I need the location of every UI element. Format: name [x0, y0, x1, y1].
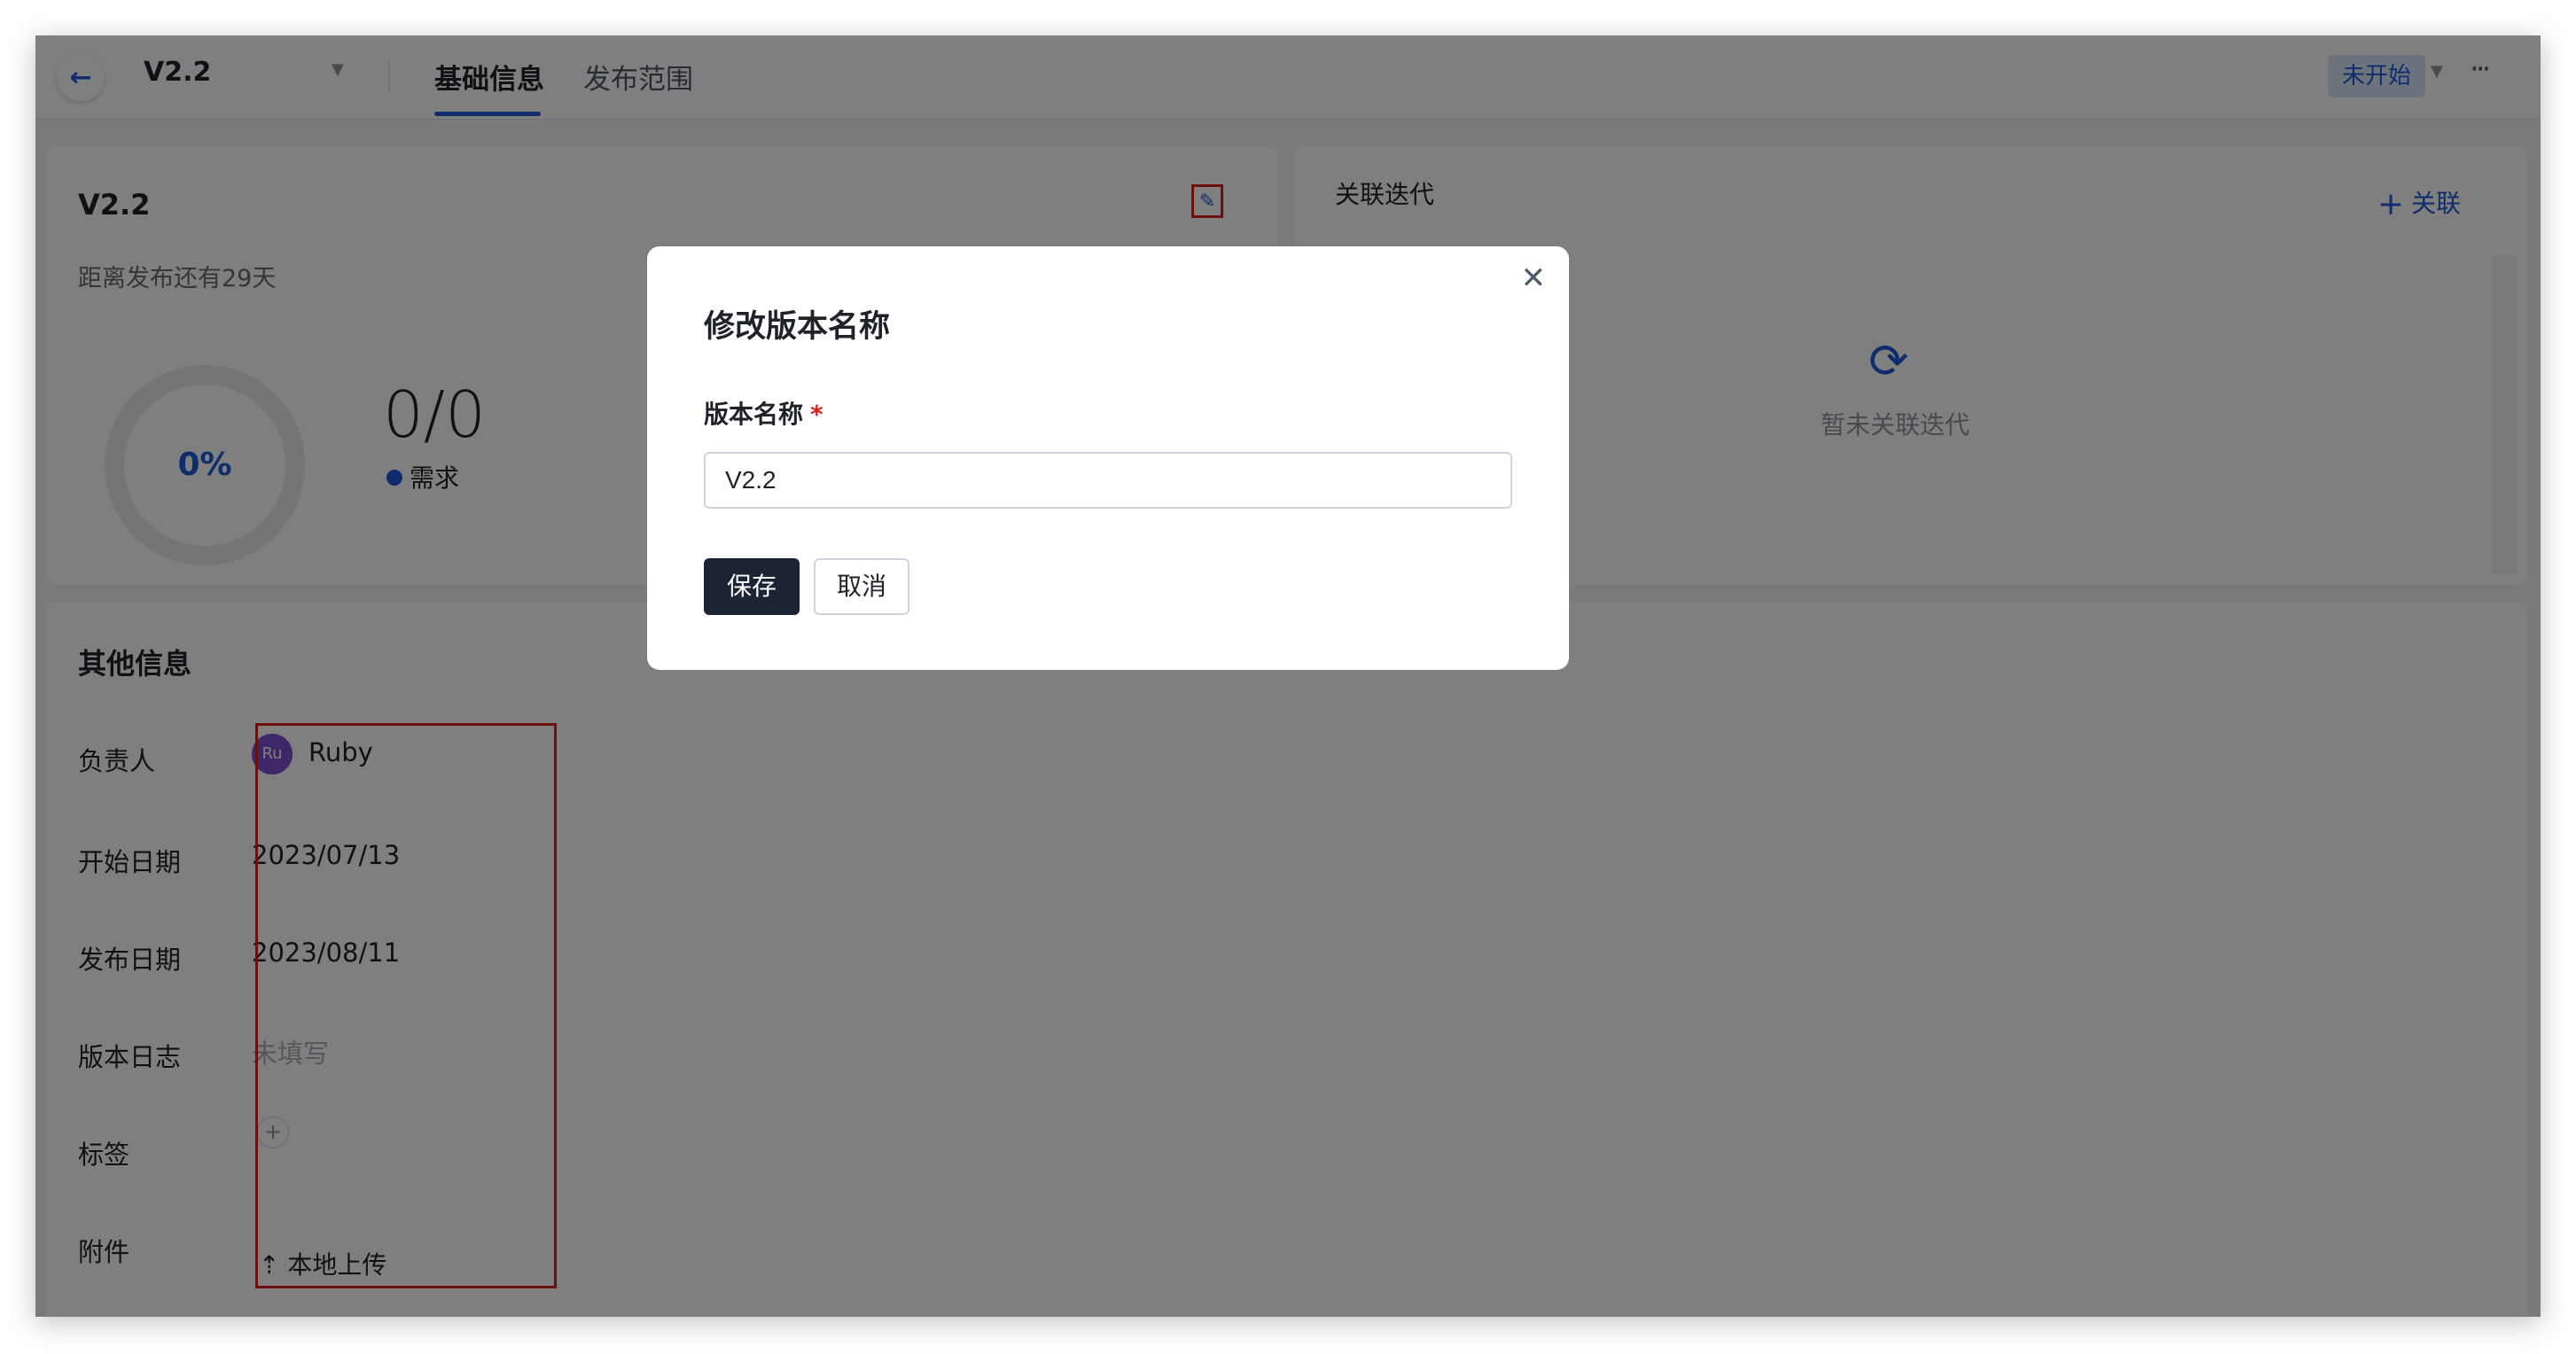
close-icon[interactable]: ✕: [1521, 261, 1547, 296]
required-mark: *: [810, 400, 824, 429]
app-window: ← V2.2 ▼ 基础信息 发布范围 未开始 ▼ ··· V2.2 ✎ 距离发布…: [35, 35, 2541, 1317]
dialog-title: 修改版本名称: [704, 309, 891, 345]
rename-version-dialog: ✕ 修改版本名称 版本名称* 保存 取消: [647, 246, 1569, 670]
version-name-label: 版本名称 *: [704, 395, 824, 431]
version-name-input[interactable]: [704, 452, 1512, 509]
version-name-label-text: 版本名称: [704, 400, 804, 429]
modal-overlay[interactable]: [35, 35, 2541, 1317]
save-button[interactable]: 保存: [704, 558, 800, 615]
cancel-button[interactable]: 取消: [814, 558, 909, 615]
